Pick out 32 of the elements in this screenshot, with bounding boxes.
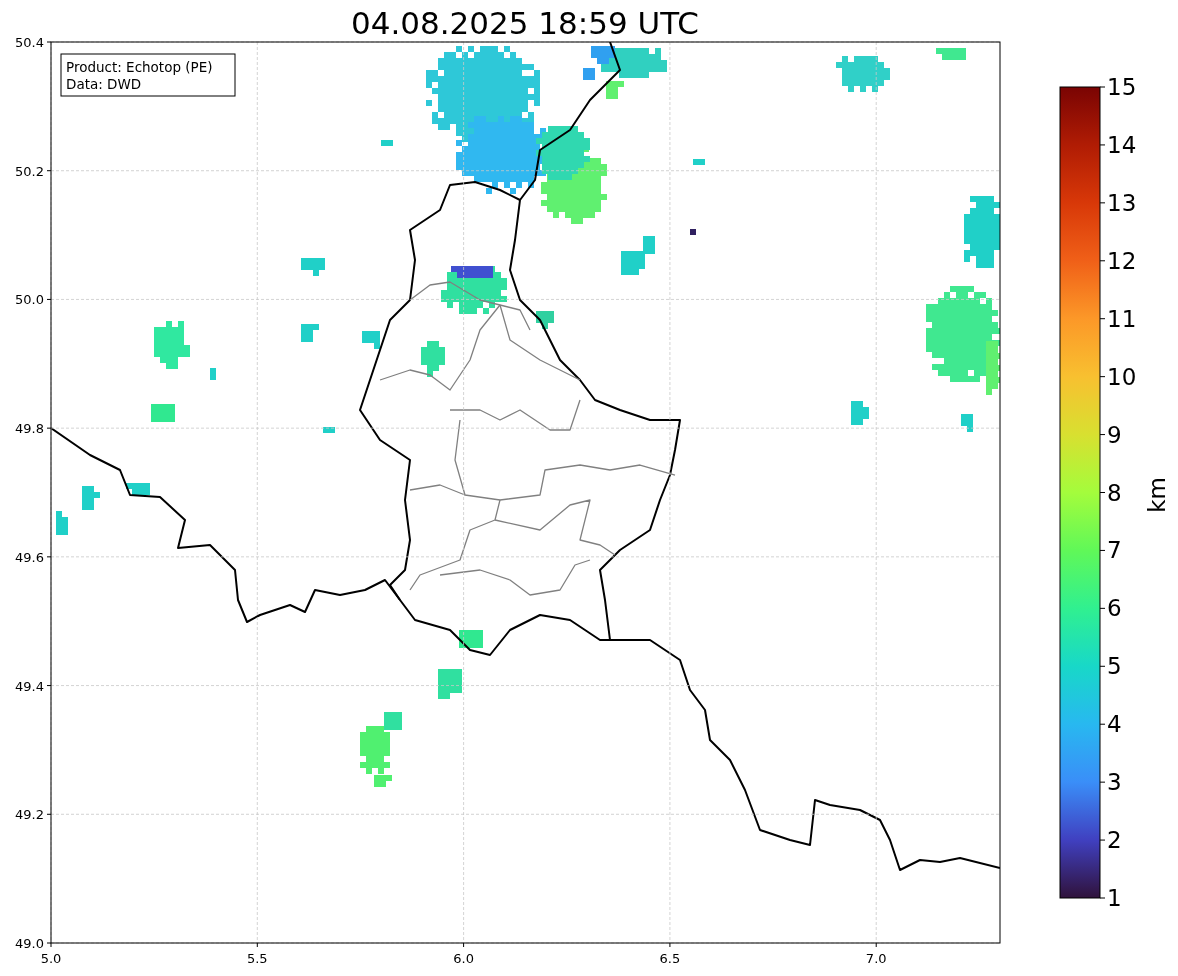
y-tick-label: 49.6 bbox=[15, 549, 44, 565]
colorbar-label: km bbox=[1144, 477, 1170, 513]
colorbar-tick-label: 14 bbox=[1107, 131, 1137, 158]
colorbar-tick-label: 3 bbox=[1107, 769, 1122, 796]
y-tick-label: 50.2 bbox=[15, 163, 44, 179]
colorbar-tick-label: 8 bbox=[1107, 479, 1122, 506]
legend-text: Product: Echotop (PE) bbox=[66, 59, 213, 75]
x-tick-label: 6.0 bbox=[453, 951, 474, 966]
y-tick-label: 49.4 bbox=[15, 678, 44, 694]
x-tick-label: 5.0 bbox=[40, 951, 62, 966]
colorbar-tick-label: 11 bbox=[1107, 305, 1137, 332]
legend-text: Data: DWD bbox=[66, 76, 142, 92]
colorbar-tick-label: 13 bbox=[1107, 189, 1137, 216]
x-tick-label: 6.5 bbox=[659, 951, 681, 966]
colorbar-tick-label: 1 bbox=[1107, 885, 1122, 911]
colorbar-tick-label: 7 bbox=[1107, 537, 1122, 564]
y-tick-label: 50.4 bbox=[15, 35, 44, 50]
chart-title: 04.08.2025 18:59 UTC bbox=[351, 5, 699, 41]
y-tick-label: 49.0 bbox=[15, 936, 44, 951]
colorbar-tick-label: 15 bbox=[1107, 74, 1137, 100]
y-tick-label: 49.2 bbox=[15, 807, 44, 823]
colorbar-tick-label: 12 bbox=[1107, 247, 1137, 274]
y-tick-label: 50.0 bbox=[15, 292, 44, 308]
colorbar-tick-label: 2 bbox=[1107, 827, 1122, 854]
x-tick-label: 5.5 bbox=[246, 951, 268, 966]
colorbar-tick-label: 6 bbox=[1107, 595, 1122, 622]
colorbar-tick-label: 10 bbox=[1107, 363, 1137, 390]
y-tick-label: 49.8 bbox=[15, 421, 44, 437]
x-tick-label: 7.0 bbox=[865, 951, 887, 966]
colorbar-tick-label: 9 bbox=[1107, 421, 1122, 448]
colorbar-tick-label: 4 bbox=[1107, 711, 1122, 738]
colorbar-tick-label: 5 bbox=[1107, 653, 1122, 680]
